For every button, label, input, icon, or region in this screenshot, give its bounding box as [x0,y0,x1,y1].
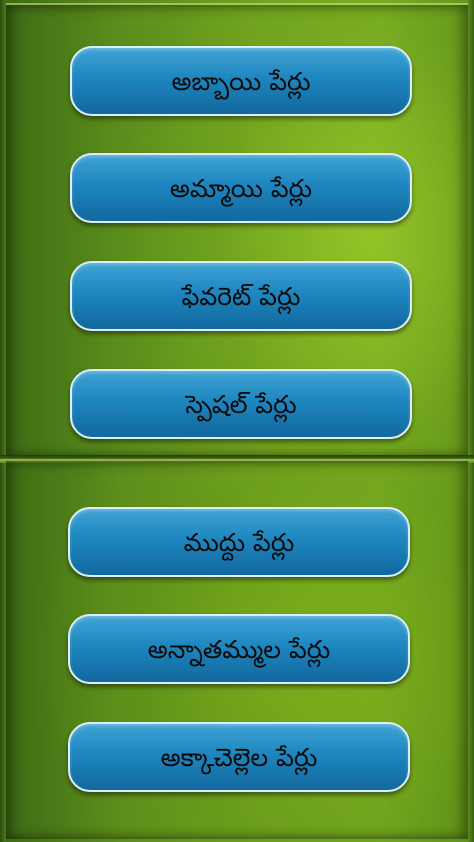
special-names-button[interactable]: స్పెషల్ పేర్లు [70,369,412,439]
favorite-names-button[interactable]: ఫేవరెట్ పేర్లు [70,261,412,331]
pet-names-label: ముద్దు పేర్లు [183,527,295,557]
girl-names-button[interactable]: అమ్మాయి పేర్లు [70,153,412,223]
sister-names-label: అక్కాచెల్లెల పేర్లు [160,742,318,772]
brother-names-label: అన్నాతమ్ముల పేర్లు [147,634,331,664]
girl-names-label: అమ్మాయి పేర్లు [169,173,313,203]
special-names-label: స్పెషల్ పేర్లు [185,389,297,419]
pet-names-button[interactable]: ముద్దు పేర్లు [68,507,410,577]
right-frame-edge [468,0,474,842]
brother-names-button[interactable]: అన్నాతమ్ముల పేర్లు [68,614,410,684]
menu-screen: అబ్బాయి పేర్లు అమ్మాయి పేర్లు ఫేవరెట్ పే… [0,0,474,842]
sister-names-button[interactable]: అక్కాచెల్లెల పేర్లు [68,722,410,792]
boy-names-label: అబ్బాయి పేర్లు [171,66,311,96]
favorite-names-label: ఫేవరెట్ పేర్లు [181,281,301,311]
boy-names-button[interactable]: అబ్బాయి పేర్లు [70,46,412,116]
